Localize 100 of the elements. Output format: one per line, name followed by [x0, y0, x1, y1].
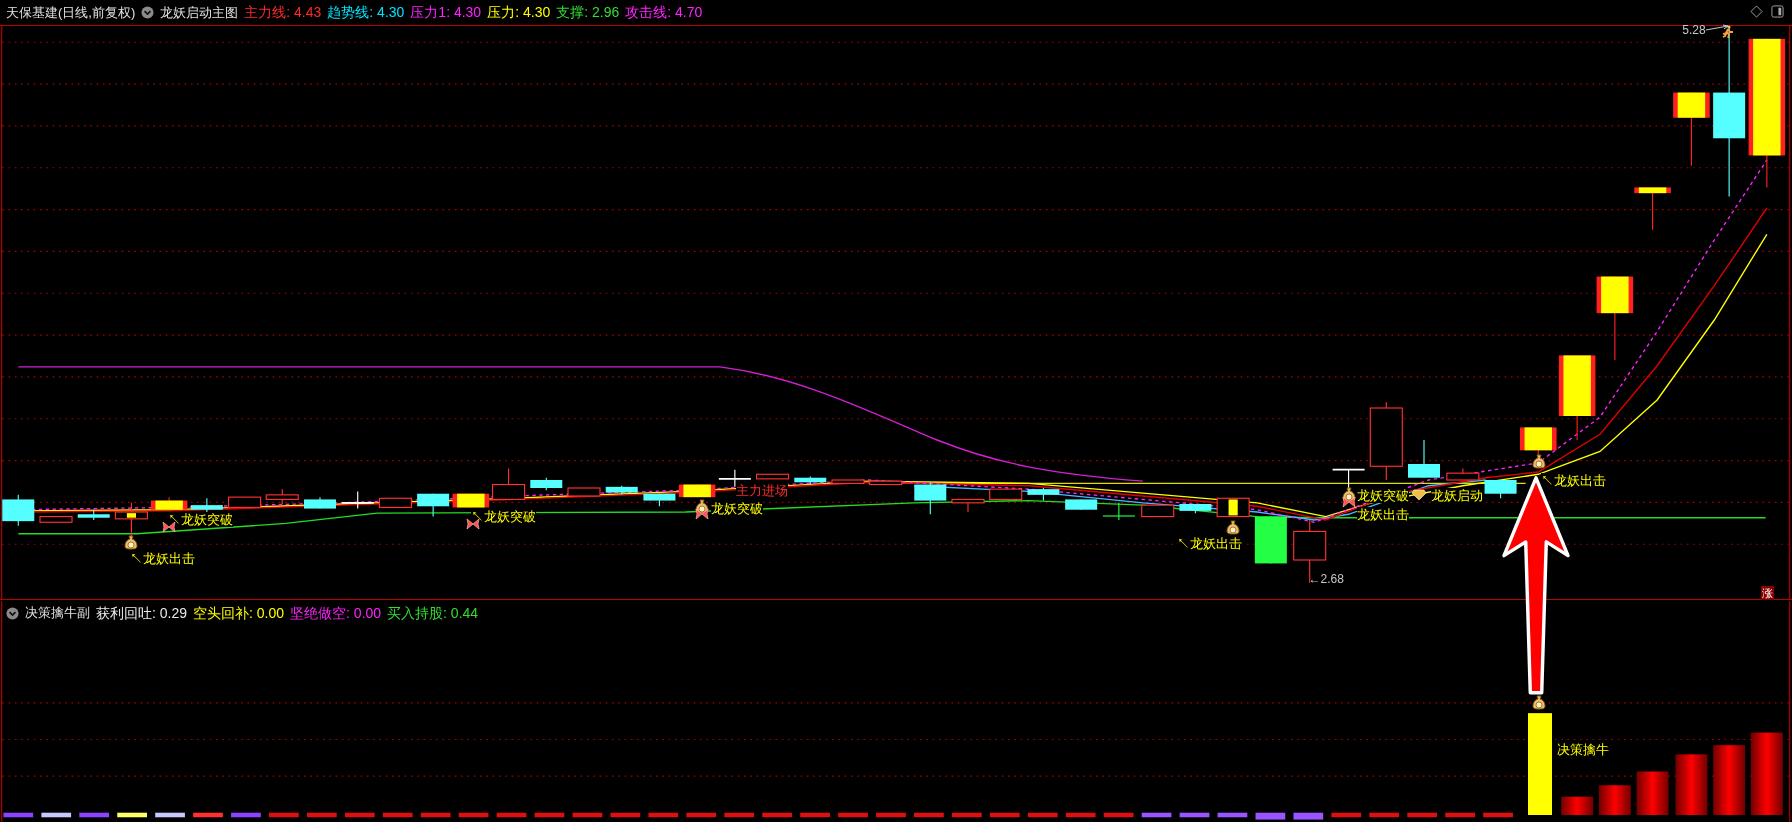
volume-bar [914, 812, 944, 818]
candlestick [452, 493, 490, 508]
candlestick [1216, 497, 1250, 518]
candlestick [150, 496, 188, 511]
panel-toggle-icon[interactable] [1771, 5, 1784, 18]
candlestick [304, 496, 336, 510]
indicator-reading: 获利回吐: 0.29 [96, 603, 188, 623]
indicator-reading: 压力: 4.30 [487, 3, 551, 22]
signal-label: 决策擒牛 [1556, 741, 1609, 757]
volume-bar [1179, 812, 1210, 818]
volume-bar [648, 812, 679, 818]
candlestick [1634, 186, 1671, 231]
volume-bar [1027, 812, 1058, 818]
money-bag-icon [124, 534, 139, 550]
candlestick [1141, 504, 1175, 518]
signal-label: 龙妖出击 [1356, 507, 1409, 523]
runner-icon [1722, 25, 1735, 39]
candlestick [39, 516, 73, 523]
price-label: 5.28 [1682, 22, 1706, 37]
volume-bar [1407, 812, 1438, 818]
rise-badge: 涨 [1761, 586, 1775, 601]
dropdown-icon[interactable] [6, 606, 19, 620]
candlestick [1179, 503, 1212, 514]
volume-bar [3, 812, 34, 818]
candlestick [1484, 479, 1517, 499]
candlestick [678, 484, 716, 498]
volume-bar [1369, 812, 1400, 818]
money-bag-icon [1226, 519, 1241, 535]
volume-bar [989, 812, 1020, 818]
candlestick [77, 509, 110, 521]
indicator-reading: 趋势线: 4.30 [327, 3, 405, 22]
dropdown-icon[interactable] [141, 6, 155, 19]
volume-bar [269, 812, 299, 818]
signal-label: 龙妖启动 [1430, 488, 1483, 503]
volume-bar [458, 812, 489, 818]
volume-bar [1445, 812, 1475, 818]
indicator-name: 决策擒牛副 [25, 604, 90, 623]
candlestick [756, 473, 790, 480]
volume-bar [155, 812, 185, 818]
money-bag-icon [1532, 453, 1547, 469]
volume-bar [344, 812, 375, 818]
candlestick [831, 479, 865, 484]
indicator-reading: 主力线: 4.43 [244, 3, 322, 22]
candlestick [228, 496, 262, 508]
volume-bar [193, 812, 223, 818]
volume-bar [762, 812, 792, 818]
candlestick [605, 485, 638, 496]
volume-bar [724, 812, 755, 818]
volume-bar [306, 812, 337, 818]
candlestick [951, 498, 985, 513]
signal-label: ↖龙妖出击 [1177, 536, 1243, 551]
money-bag-icon [1532, 694, 1547, 710]
signal-label: ↖龙妖突破 [168, 512, 233, 527]
chart-title: 天保基建(日线,前复权) [6, 3, 136, 22]
indicator-reading: 压力1: 4.30 [410, 3, 482, 22]
volume-bar [1598, 785, 1631, 815]
volume-bar [534, 812, 565, 818]
volume-bar [1141, 812, 1172, 818]
candlestick [1254, 516, 1287, 564]
candlestick [869, 480, 903, 486]
leader-line [1706, 23, 1731, 32]
candlestick [378, 497, 412, 508]
volume-bar [572, 812, 603, 818]
candlestick [417, 493, 450, 518]
signal-label: 主力进场 [736, 483, 788, 499]
volume-bar [1675, 754, 1708, 815]
volume-bar [1713, 745, 1746, 815]
volume-bar [231, 812, 261, 818]
candlestick [1446, 468, 1480, 481]
candlestick [567, 487, 601, 497]
candlestick [340, 490, 375, 510]
candlestick [1065, 498, 1098, 511]
volume-bar [1217, 812, 1248, 818]
candlestick [492, 468, 526, 500]
volume-bar [1255, 812, 1286, 820]
butterfly-icon [694, 508, 709, 521]
candlestick [643, 493, 676, 507]
volume-bar [876, 812, 906, 818]
indicator-reading: 买入持股: 0.44 [387, 603, 479, 623]
butterfly-icon [1341, 495, 1356, 508]
volume-bar [1331, 812, 1362, 818]
volume-bar [838, 812, 868, 818]
signal-label: ↖龙妖突破 [470, 508, 536, 524]
volume-bar [1483, 812, 1513, 818]
volume-bar [610, 812, 641, 818]
volume-bar [1293, 812, 1324, 820]
volume-bar [41, 812, 72, 818]
volume-bar [1561, 796, 1594, 815]
diamond-icon[interactable] [1750, 5, 1763, 18]
signal-label: 龙妖突破 [1356, 488, 1409, 503]
candlestick [1102, 502, 1135, 521]
candlestick [265, 488, 299, 505]
volume-bar [382, 812, 413, 818]
indicator-reading: 空头回补: 0.00 [193, 603, 285, 623]
volume-bar [800, 812, 830, 818]
indicator-reading: 攻击线: 4.70 [625, 3, 703, 22]
candlestick [914, 481, 947, 515]
candlestick [989, 488, 1023, 500]
signal-label: ↖龙妖出击 [130, 550, 196, 566]
volume-bar [420, 812, 451, 818]
